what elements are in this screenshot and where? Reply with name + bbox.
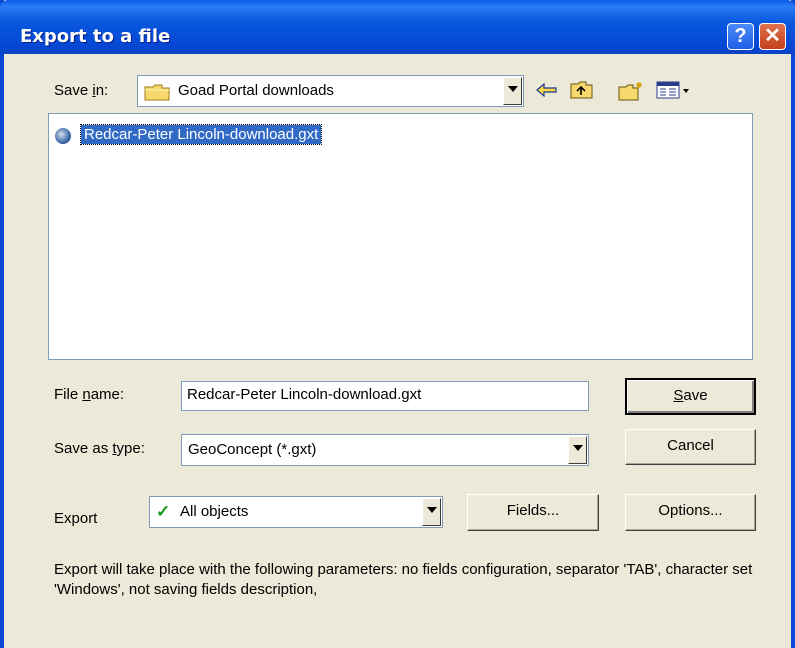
dialog-title: Export to a file bbox=[20, 26, 171, 47]
export-dialog: Export to a file ? ✕ Save in: Goad Porta… bbox=[0, 0, 795, 648]
help-button[interactable]: ? bbox=[727, 23, 754, 50]
options-button[interactable]: Options... bbox=[625, 494, 756, 531]
file-list[interactable]: Redcar-Peter Lincoln-download.gxt bbox=[48, 113, 753, 360]
close-icon: ✕ bbox=[764, 25, 781, 47]
file-name-input[interactable]: Redcar-Peter Lincoln-download.gxt bbox=[181, 381, 589, 411]
chevron-down-icon[interactable] bbox=[422, 498, 441, 526]
up-folder-icon[interactable] bbox=[569, 80, 595, 100]
file-name-value: Redcar-Peter Lincoln-download.gxt bbox=[187, 386, 422, 403]
chevron-down-icon[interactable] bbox=[568, 436, 587, 464]
globe-file-icon bbox=[55, 128, 71, 144]
new-folder-icon[interactable] bbox=[617, 80, 645, 101]
view-menu-icon[interactable] bbox=[655, 80, 697, 100]
export-dropdown[interactable]: ✓ All objects bbox=[149, 496, 443, 528]
save-button[interactable]: Save bbox=[625, 378, 756, 415]
save-in-label: Save in: bbox=[54, 82, 109, 99]
save-in-dropdown[interactable]: Goad Portal downloads bbox=[137, 75, 524, 107]
chevron-down-icon[interactable] bbox=[503, 77, 522, 105]
help-icon: ? bbox=[734, 25, 747, 47]
folder-icon bbox=[144, 84, 170, 101]
close-button[interactable]: ✕ bbox=[759, 23, 786, 50]
fields-button[interactable]: Fields... bbox=[467, 494, 599, 531]
save-in-value: Goad Portal downloads bbox=[178, 82, 334, 99]
check-icon: ✓ bbox=[156, 502, 171, 521]
export-label: Export bbox=[54, 510, 98, 527]
file-name-text: Redcar-Peter Lincoln-download.gxt bbox=[79, 124, 323, 145]
back-icon[interactable] bbox=[535, 80, 559, 100]
save-as-type-value: GeoConcept (*.gxt) bbox=[188, 441, 317, 458]
cancel-button[interactable]: Cancel bbox=[625, 429, 756, 465]
title-bar[interactable]: Export to a file ? ✕ bbox=[0, 0, 795, 54]
file-name-label: File name: bbox=[54, 386, 125, 403]
export-value: All objects bbox=[180, 503, 249, 520]
save-as-type-dropdown[interactable]: GeoConcept (*.gxt) bbox=[181, 434, 589, 466]
save-as-type-label: Save as type: bbox=[54, 440, 145, 457]
export-parameters-text: Export will take place with the followin… bbox=[54, 561, 753, 598]
